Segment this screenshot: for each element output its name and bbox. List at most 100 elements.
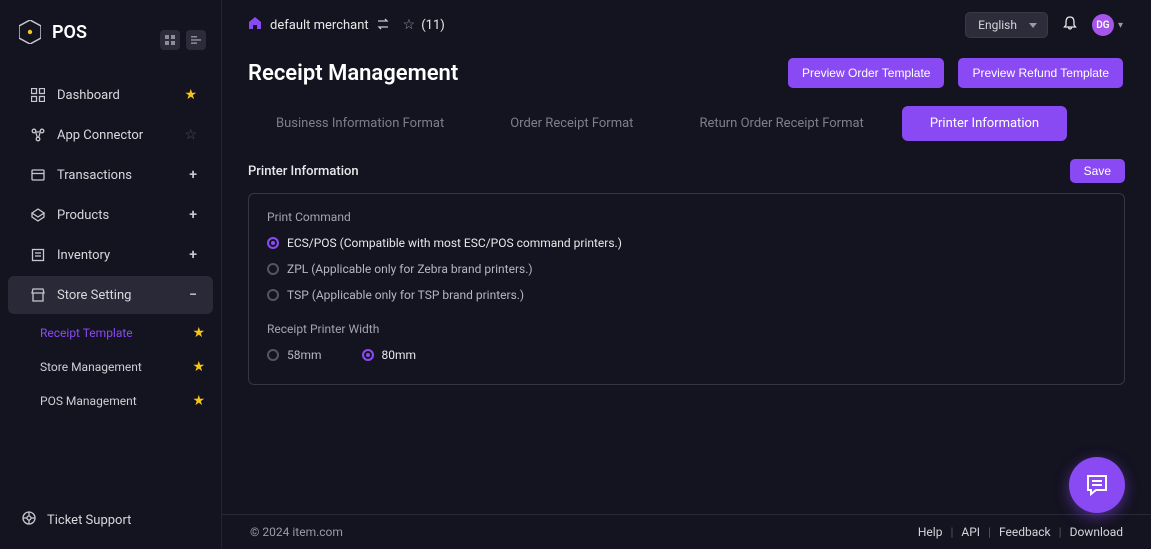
sidebar-item-ticket-support[interactable]: Ticket Support [0,498,221,549]
avatar-initials: DG [1096,20,1109,31]
star-icon[interactable]: ★ [192,325,205,341]
plus-icon[interactable]: + [189,207,197,223]
brand-logo-icon [18,20,42,44]
sub-item-store-management[interactable]: Store Management ★ [40,350,221,384]
footer-link-download[interactable]: Download [1070,525,1123,539]
sidebar-item-app-connector[interactable]: App Connector ☆ [8,116,213,154]
chat-fab[interactable] [1069,457,1125,513]
sub-item-pos-management[interactable]: POS Management ★ [40,384,221,418]
radio-dot-icon [267,237,279,249]
radio-tsp[interactable]: TSP (Applicable only for TSP brand print… [267,288,1106,302]
radio-label: 58mm [287,348,322,362]
save-button[interactable]: Save [1070,159,1125,183]
collapse-sidebar-icon[interactable] [186,30,206,50]
topbar: default merchant ☆ (11) English [222,0,1151,48]
dashboard-icon [30,87,46,103]
tab-order-receipt[interactable]: Order Receipt Format [482,106,661,141]
radio-dot-icon [362,349,374,361]
radio-label: 80mm [382,348,417,362]
printer-width-label: Receipt Printer Width [267,322,1106,336]
star-icon[interactable]: ★ [192,359,205,375]
print-command-label: Print Command [267,210,1106,224]
tab-printer-info[interactable]: Printer Information [902,106,1067,141]
chat-icon [1084,472,1110,498]
footer-link-api[interactable]: API [961,525,980,539]
chevron-down-icon: ▾ [1118,20,1123,31]
brand-title: POS [52,22,87,43]
sidebar-item-transactions[interactable]: Transactions + [8,156,213,194]
favorites-count: (11) [421,18,445,33]
radio-label: ZPL (Applicable only for Zebra brand pri… [287,262,533,276]
printer-panel: Print Command ECS/POS (Compatible with m… [248,193,1125,385]
store-icon [30,287,46,303]
star-outline-icon[interactable]: ☆ [184,127,197,143]
connector-icon [30,127,46,143]
preview-refund-button[interactable]: Preview Refund Template [958,58,1123,88]
sidebar-item-label: App Connector [57,128,143,143]
page-header: Receipt Management Preview Order Templat… [222,48,1151,102]
radio-ecs-pos[interactable]: ECS/POS (Compatible with most ESC/POS co… [267,236,1106,250]
sidebar-item-label: Products [57,208,109,223]
sidebar-item-dashboard[interactable]: Dashboard ★ [8,76,213,114]
sub-item-label: POS Management [40,394,137,408]
transactions-icon [30,167,46,183]
favorites-button[interactable]: ☆ (11) [403,17,445,33]
radio-58mm[interactable]: 58mm [267,348,322,362]
sidebar-toolbar [160,30,206,50]
radio-label: ECS/POS (Compatible with most ESC/POS co… [287,236,622,250]
plus-icon[interactable]: + [189,247,197,263]
radio-zpl[interactable]: ZPL (Applicable only for Zebra brand pri… [267,262,1106,276]
support-icon [22,511,36,529]
products-icon [30,207,46,223]
tab-return-receipt[interactable]: Return Order Receipt Format [671,106,891,141]
user-menu[interactable]: DG ▾ [1092,14,1123,36]
main: default merchant ☆ (11) English [222,0,1151,549]
section-title: Printer Information [248,164,359,179]
radio-80mm[interactable]: 80mm [362,348,417,362]
sidebar-item-label: Dashboard [57,88,120,103]
sidebar-item-label: Store Setting [57,288,131,303]
footer: © 2024 item.com Help| API| Feedback| Dow… [222,514,1151,549]
sub-item-label: Receipt Template [40,326,133,340]
page-title: Receipt Management [248,61,458,86]
inventory-icon [30,247,46,263]
minus-icon[interactable]: − [189,287,197,303]
tab-business-info[interactable]: Business Information Format [248,106,472,141]
merchant-label: default merchant [270,18,369,33]
swap-icon [377,18,389,33]
sidebar-item-label: Transactions [57,168,132,183]
home-icon [248,16,262,34]
nav: Dashboard ★ App Connector ☆ [0,74,221,498]
sidebar-item-store-setting[interactable]: Store Setting − [8,276,213,314]
sidebar-item-products[interactable]: Products + [8,196,213,234]
sidebar-item-label: Ticket Support [47,513,131,528]
radio-label: TSP (Applicable only for TSP brand print… [287,288,524,302]
star-icon[interactable]: ★ [192,393,205,409]
sub-item-label: Store Management [40,360,142,374]
star-outline-icon: ☆ [403,17,416,33]
radio-dot-icon [267,349,279,361]
preview-order-button[interactable]: Preview Order Template [788,58,945,88]
tabs: Business Information Format Order Receip… [222,106,1151,141]
radio-dot-icon [267,289,279,301]
printer-width-group: 58mm 80mm [267,348,1106,362]
sidebar-item-inventory[interactable]: Inventory + [8,236,213,274]
sub-nav: Receipt Template ★ Store Management ★ PO… [0,316,221,418]
merchant-switcher[interactable]: default merchant [248,16,389,34]
plus-icon[interactable]: + [189,167,197,183]
avatar: DG [1092,14,1114,36]
footer-link-feedback[interactable]: Feedback [999,525,1051,539]
section: Printer Information Save Print Command E… [222,141,1151,385]
star-icon[interactable]: ★ [184,87,197,103]
language-label: English [978,18,1017,32]
print-command-group: ECS/POS (Compatible with most ESC/POS co… [267,236,1106,302]
bell-icon[interactable] [1062,15,1078,35]
radio-dot-icon [267,263,279,275]
copyright: © 2024 item.com [250,525,343,539]
sub-item-receipt-template[interactable]: Receipt Template ★ [40,316,221,350]
grid-view-icon[interactable] [160,30,180,50]
footer-link-help[interactable]: Help [918,525,943,539]
language-select[interactable]: English [965,12,1048,38]
sidebar-item-label: Inventory [57,248,110,263]
sidebar: POS Dashboard ★ [0,0,222,549]
